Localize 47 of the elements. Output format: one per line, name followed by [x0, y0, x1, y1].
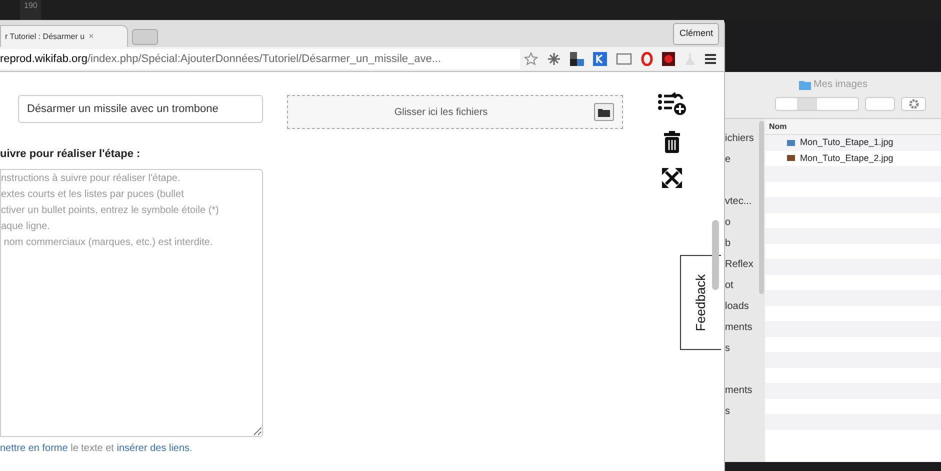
expand-icon[interactable]: [662, 168, 682, 188]
line-number: 190: [20, 0, 42, 20]
scrollbar[interactable]: [712, 220, 719, 290]
sidebar-scrollbar[interactable]: [759, 121, 764, 294]
sidebar-item[interactable]: e: [725, 152, 765, 173]
trash-icon[interactable]: [664, 131, 680, 153]
star-icon[interactable]: [524, 52, 538, 66]
ring-icon[interactable]: [641, 52, 653, 66]
file-dropzone[interactable]: Glisser ici les fichiers: [287, 95, 623, 129]
sidebar-item[interactable]: ichiers: [725, 131, 765, 152]
instructions-textarea[interactable]: nstructions à suivre pour réaliser l'étape. extes courts et les listes par puces (bullet ctiver un bullet points, entrez le symbole étoile (*) aque ligne. nom commerciaux (marques, etc.) est interdite.: [0, 168, 263, 436]
film-icon[interactable]: [662, 52, 675, 66]
title-field[interactable]: Désarmer un missile avec un trombone: [18, 95, 263, 123]
settings-button[interactable]: [901, 97, 926, 111]
address-bar[interactable]: reprod.wikifab.org/index.php/Spécial:AjouterDonnées/Tutoriel/Désarmer_un_missile_ave...: [0, 49, 520, 69]
file-row[interactable]: Mon_Tuto_Etape_2.jpg: [765, 150, 941, 166]
sidebar-item[interactable]: vtec...: [725, 194, 765, 215]
folder-button[interactable]: [594, 103, 614, 121]
sidebar-item[interactable]: ments: [725, 383, 765, 404]
help-text: nettre en forme le texte et insérer des liens.: [0, 442, 194, 456]
sparkle-icon[interactable]: [547, 52, 561, 66]
sidebar-item[interactable]: s: [725, 404, 765, 425]
sidebar-item[interactable]: loads: [725, 299, 765, 320]
menu-icon[interactable]: [705, 54, 716, 64]
profile-button[interactable]: Clément: [673, 23, 719, 44]
sidebar-item[interactable]: o: [725, 215, 765, 236]
sidebar-item[interactable]: s: [725, 341, 765, 362]
settings-icon: [908, 99, 918, 109]
view-switcher[interactable]: [775, 97, 859, 111]
sidebar-item[interactable]: ot: [725, 278, 765, 299]
folder-icon: [798, 80, 811, 90]
sidebar-item[interactable]: Reflex: [725, 257, 765, 278]
help-link[interactable]: insérer des liens: [116, 442, 190, 454]
window-title: Mes images: [814, 78, 868, 92]
k-icon[interactable]: [593, 52, 607, 66]
cast-icon[interactable]: [616, 53, 632, 65]
step-label: uivre pour réaliser l'étape :: [0, 147, 142, 162]
squares-icon[interactable]: [570, 52, 584, 66]
sidebar-item[interactable]: b: [725, 236, 765, 257]
sidebar-item[interactable]: ments: [725, 320, 765, 341]
browser-tab[interactable]: r Tutoriel : Désarmer u ×: [0, 25, 128, 47]
folder-icon: [598, 108, 610, 116]
feedback-tab[interactable]: Feedback: [680, 255, 721, 350]
help-link[interactable]: nettre en forme: [0, 442, 68, 454]
file-row[interactable]: Mon_Tuto_Etape_1.jpg: [765, 135, 941, 150]
list-add-icon[interactable]: [658, 92, 686, 116]
column-header[interactable]: Nom: [765, 119, 941, 135]
